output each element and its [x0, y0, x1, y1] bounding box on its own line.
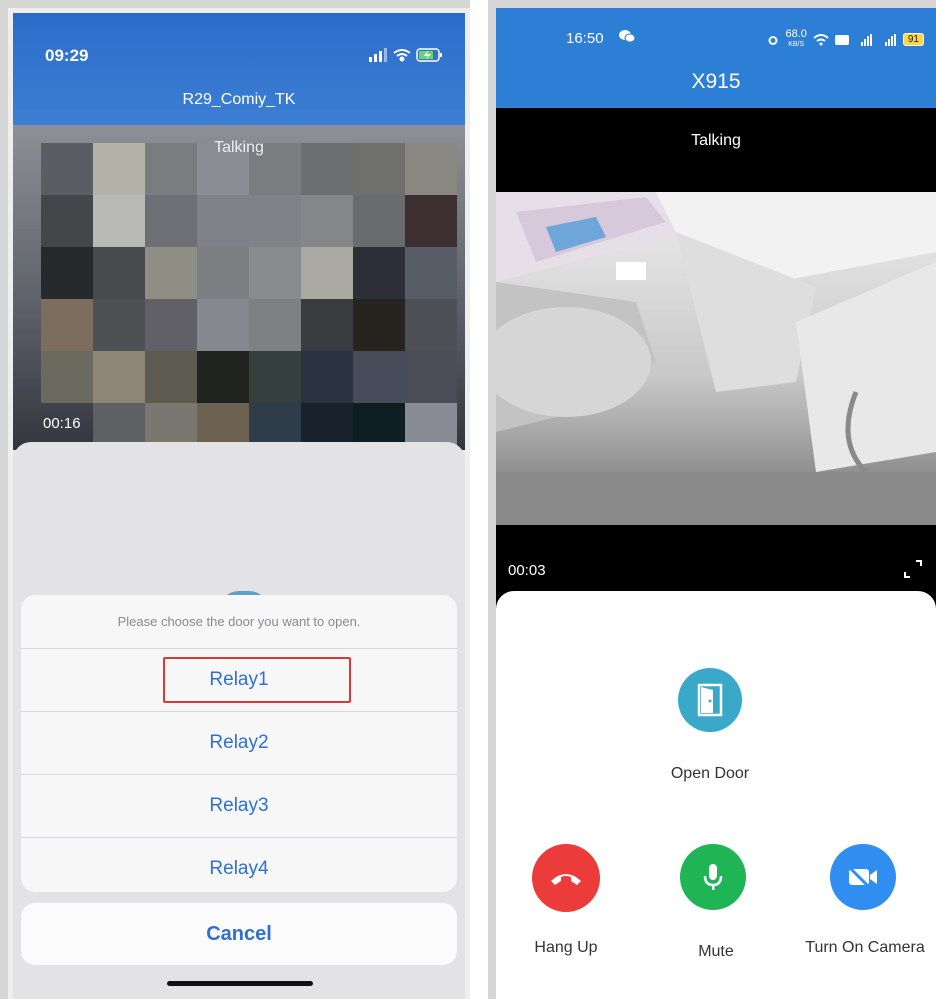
video-feed: [496, 192, 936, 525]
alarm-icon: [768, 35, 778, 45]
status-bar-icons: 68.0 KB/S 91: [767, 28, 924, 49]
wechat-icon: [619, 30, 636, 43]
open-door-label: Open Door: [670, 765, 750, 782]
left-phone-screen: 09:29 R29_Comiy_TK Talking 00:16 Please …: [13, 13, 465, 999]
battery-icon: 91: [902, 33, 924, 46]
hang-up-label: Hang Up: [534, 939, 598, 956]
hd-voice-icon: [834, 34, 849, 45]
network-speed-unit: KB/S: [788, 41, 805, 48]
mute-label: Mute: [698, 943, 734, 960]
mute-button[interactable]: [680, 844, 746, 910]
highlight-box: [163, 657, 351, 703]
expand-icon[interactable]: [902, 558, 924, 580]
right-phone-screen: 16:50 68.0 KB/S 91 X915 Talking 00:03 Op…: [496, 8, 936, 999]
right-phone-screenshot: 16:50 68.0 KB/S 91 X915 Talking 00:03 Op…: [488, 0, 936, 999]
relay3-label: Relay3: [209, 795, 269, 816]
wifi-icon: [393, 49, 411, 62]
left-header: 09:29 R29_Comiy_TK: [13, 13, 465, 125]
camera-scene: [496, 192, 936, 525]
relay1-option[interactable]: Relay1: [21, 649, 457, 712]
relay3-option[interactable]: Relay3: [21, 775, 457, 838]
status-icons: [369, 48, 442, 62]
pixelated-video-mosaic: [41, 143, 461, 463]
call-timer: 00:16: [43, 415, 81, 432]
camera-off-icon: [847, 865, 877, 889]
relay4-option[interactable]: Relay4: [21, 838, 457, 892]
turn-on-camera-label: Turn On Camera: [805, 939, 925, 956]
call-status: Talking: [214, 139, 264, 156]
battery-charging-icon: [416, 48, 442, 62]
network-speed-value: 68.0: [785, 28, 807, 40]
call-timer: 00:03: [508, 562, 546, 579]
network-speed: 68.0 KB/S: [785, 28, 807, 49]
status-time: 09:29: [45, 46, 89, 65]
turn-on-camera-button[interactable]: [830, 844, 896, 910]
wifi-icon: [813, 33, 829, 45]
cellular-signal-icon: [860, 33, 872, 46]
phone-hangup-icon: [551, 874, 581, 885]
right-header: 16:50 68.0 KB/S 91 X915: [496, 8, 936, 108]
cellular-signal-icon: [369, 48, 387, 62]
left-phone-frame: 09:29 R29_Comiy_TK Talking 00:16 Please …: [8, 8, 470, 999]
call-controls-panel: Open Door Hang Up Mute Turn On Camera: [496, 591, 936, 999]
action-sheet-message: Please choose the door you want to open.: [21, 595, 457, 649]
cellular-signal-icon-2: [884, 33, 896, 46]
left-phone-screenshot: 09:29 R29_Comiy_TK Talking 00:16 Please …: [0, 0, 470, 999]
status-time: 16:50: [566, 30, 604, 47]
device-title: X915: [691, 70, 741, 93]
microphone-icon: [703, 864, 723, 890]
door-icon: [697, 683, 723, 717]
call-status: Talking: [691, 132, 741, 149]
home-indicator[interactable]: [167, 981, 313, 986]
hang-up-button[interactable]: [532, 844, 600, 912]
relay4-label: Relay4: [209, 858, 269, 879]
device-title: R29_Comiy_TK: [182, 91, 296, 108]
relay2-option[interactable]: Relay2: [21, 712, 457, 775]
relay2-label: Relay2: [209, 732, 269, 753]
cancel-button[interactable]: Cancel: [21, 903, 457, 965]
door-action-sheet: Please choose the door you want to open.…: [21, 595, 457, 892]
open-door-button[interactable]: [678, 668, 742, 732]
